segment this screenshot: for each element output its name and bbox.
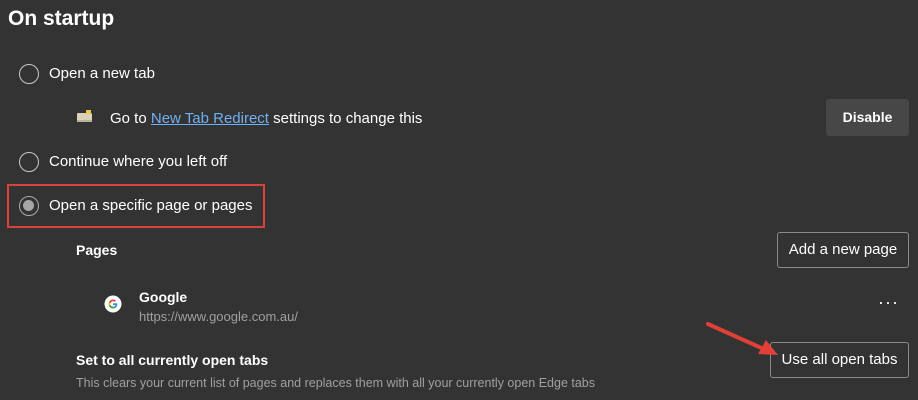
- page-url: https://www.google.com.au/: [139, 309, 298, 324]
- disable-button[interactable]: Disable: [826, 99, 909, 136]
- more-options-icon[interactable]: ···: [878, 292, 899, 313]
- radio-open-new-tab[interactable]: [19, 64, 39, 84]
- redirect-suffix: settings to change this: [273, 110, 423, 127]
- google-favicon-icon: [104, 295, 122, 313]
- option-label-specific-pages[interactable]: Open a specific page or pages: [49, 197, 252, 214]
- radio-open-specific-pages[interactable]: [19, 196, 39, 216]
- new-tab-redirect-link[interactable]: New Tab Redirect: [151, 110, 269, 127]
- page-name: Google: [139, 289, 188, 305]
- redirect-prefix: Go to: [110, 110, 147, 127]
- option-label-open-new-tab[interactable]: Open a new tab: [49, 65, 155, 82]
- redirect-notice: Go to New Tab Redirect settings to chang…: [110, 110, 422, 127]
- pages-heading: Pages: [76, 242, 118, 258]
- section-title: On startup: [8, 7, 115, 30]
- extension-icon: [76, 110, 94, 124]
- option-label-continue[interactable]: Continue where you left off: [49, 153, 227, 170]
- use-all-open-tabs-button[interactable]: Use all open tabs: [770, 342, 909, 378]
- open-tabs-heading: Set to all currently open tabs: [76, 352, 269, 368]
- open-tabs-description: This clears your current list of pages a…: [76, 376, 596, 390]
- add-new-page-button[interactable]: Add a new page: [777, 232, 909, 268]
- red-arrow-annotation: [706, 322, 778, 355]
- radio-continue-where-left-off[interactable]: [19, 152, 39, 172]
